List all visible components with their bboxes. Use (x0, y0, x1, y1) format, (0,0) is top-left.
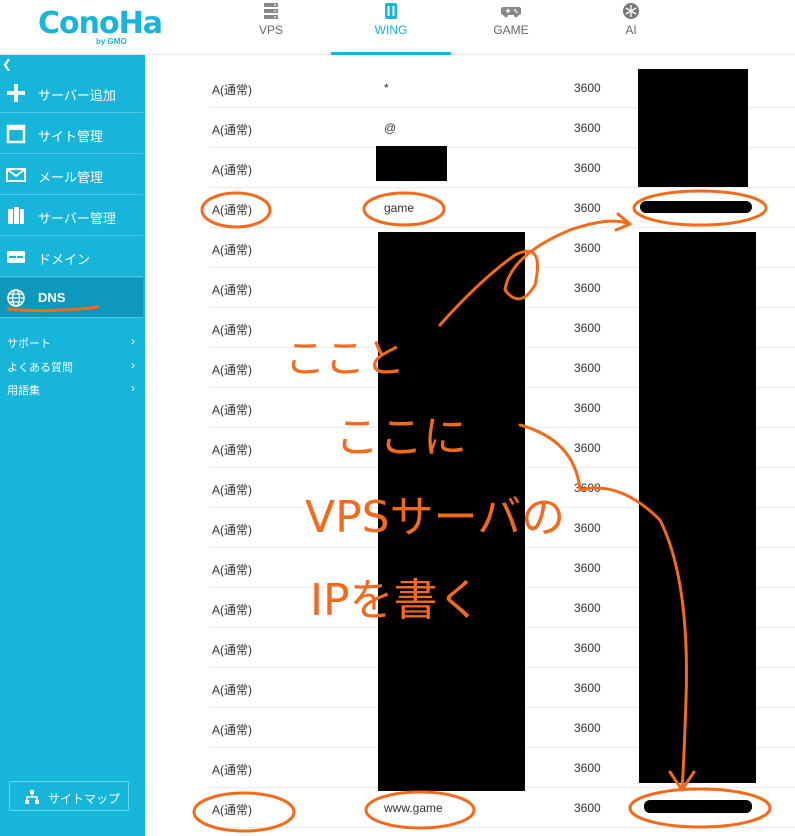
conoha-logo[interactable]: ConoHa by GMO (38, 4, 168, 48)
plus-icon (7, 84, 25, 102)
tab-label: AI (625, 23, 637, 37)
record-ttl: 3600 (574, 201, 601, 215)
record-type: A(通常) (212, 443, 252, 457)
sitemap-button[interactable]: サイトマップ (9, 781, 129, 811)
record-ttl: 3600 (574, 441, 601, 455)
link-label: 用語集 (7, 385, 40, 397)
record-type: A(通常) (212, 523, 252, 537)
mail-icon (6, 168, 26, 182)
record-name: * (384, 81, 389, 95)
sidebar: ❮ サーバー追加 サイト管理 メール管理 サーバー管理 ドメイン DNS サポー… (0, 55, 145, 836)
redacted-block (378, 232, 525, 791)
record-ttl: 3600 (574, 561, 601, 575)
sidebar-item-label: メール管理 (38, 170, 104, 185)
sidebar-item-label: サーバー管理 (38, 211, 116, 226)
sidebar-link-glossary[interactable]: 用語集 › (7, 381, 135, 398)
redacted-block (640, 201, 752, 213)
record-type: A(通常) (212, 563, 252, 577)
record-name: game (384, 201, 415, 215)
redacted-block (639, 232, 756, 783)
tab-wing[interactable]: WING (331, 0, 451, 55)
sidebar-item-site-management[interactable]: サイト管理 (0, 114, 143, 154)
record-type: A(通常) (212, 603, 252, 617)
domain-icon (7, 251, 25, 263)
window-icon (6, 124, 26, 144)
record-type: A(通常) (212, 363, 252, 377)
record-ttl: 3600 (574, 281, 601, 295)
record-ttl: 3600 (574, 521, 601, 535)
record-ttl: 3600 (574, 161, 601, 175)
server-stack-icon (8, 207, 24, 224)
sidebar-item-label: ドメイン (38, 252, 91, 267)
record-type: A(通常) (212, 163, 252, 177)
tab-game[interactable]: GAME (451, 0, 571, 55)
sidebar-item-label: DNS (38, 290, 66, 305)
record-type: A(通常) (212, 203, 252, 217)
chevron-right-icon: › (131, 358, 135, 372)
wing-icon (385, 3, 397, 19)
record-type: A(通常) (212, 643, 252, 657)
globe-icon (7, 289, 25, 307)
record-name: www.game (384, 801, 443, 815)
record-type: A(通常) (212, 243, 252, 257)
record-ttl: 3600 (574, 121, 601, 135)
record-type: A(通常) (212, 803, 252, 817)
redacted-block (638, 69, 748, 187)
sidebar-item-label: サイト管理 (38, 129, 104, 144)
gamepad-icon (501, 6, 521, 18)
tab-label: GAME (493, 23, 529, 37)
tab-ai[interactable]: AI (571, 0, 691, 55)
collapse-icon[interactable]: ❮ (2, 57, 12, 71)
record-ttl: 3600 (574, 761, 601, 775)
record-type: A(通常) (212, 683, 252, 697)
record-ttl: 3600 (574, 81, 601, 95)
sidebar-item-mail-management[interactable]: メール管理 (0, 155, 143, 195)
sidebar-item-server-management[interactable]: サーバー管理 (0, 196, 143, 236)
sidebar-link-faq[interactable]: よくある質問 › (7, 358, 135, 375)
logo-text: ConoHa (38, 6, 163, 41)
record-type: A(通常) (212, 763, 252, 777)
sidebar-link-support[interactable]: サポート › (7, 334, 135, 351)
record-type: A(通常) (212, 283, 252, 297)
record-type: A(通常) (212, 123, 252, 137)
sidebar-item-label: サーバー追加 (38, 88, 116, 103)
tab-vps[interactable]: VPS (211, 0, 331, 55)
tab-label: WING (374, 23, 408, 37)
record-ttl: 3600 (574, 361, 601, 375)
record-ttl: 3600 (574, 401, 601, 415)
sitemap-label: サイトマップ (48, 792, 121, 806)
record-ttl: 3600 (574, 681, 601, 695)
redacted-block (644, 800, 752, 813)
ai-icon (623, 3, 639, 19)
record-ttl: 3600 (574, 721, 601, 735)
redacted-block (376, 146, 447, 181)
sidebar-item-dns[interactable]: DNS (0, 278, 143, 318)
chevron-right-icon: › (131, 381, 135, 395)
record-type: A(通常) (212, 483, 252, 497)
record-type: A(通常) (212, 323, 252, 337)
logo-sub: by GMO (96, 37, 127, 46)
record-type: A(通常) (212, 83, 252, 97)
chevron-right-icon: › (131, 334, 135, 348)
link-label: よくある質問 (7, 362, 73, 374)
top-bar: ConoHa by GMO VPS WING GAME AI (0, 0, 795, 55)
record-type: A(通常) (212, 403, 252, 417)
record-ttl: 3600 (574, 641, 601, 655)
link-label: サポート (7, 338, 51, 350)
record-ttl: 3600 (574, 241, 601, 255)
record-type: A(通常) (212, 723, 252, 737)
tab-label: VPS (258, 23, 283, 37)
record-ttl: 3600 (574, 601, 601, 615)
record-ttl: 3600 (574, 321, 601, 335)
sidebar-item-domain[interactable]: ドメイン (0, 237, 143, 277)
sidebar-item-add-server[interactable]: サーバー追加 (0, 73, 143, 113)
record-ttl: 3600 (574, 481, 601, 495)
record-name: @ (384, 121, 397, 135)
server-icon (264, 3, 278, 19)
sitemap-icon (25, 790, 39, 804)
record-ttl: 3600 (574, 801, 601, 815)
